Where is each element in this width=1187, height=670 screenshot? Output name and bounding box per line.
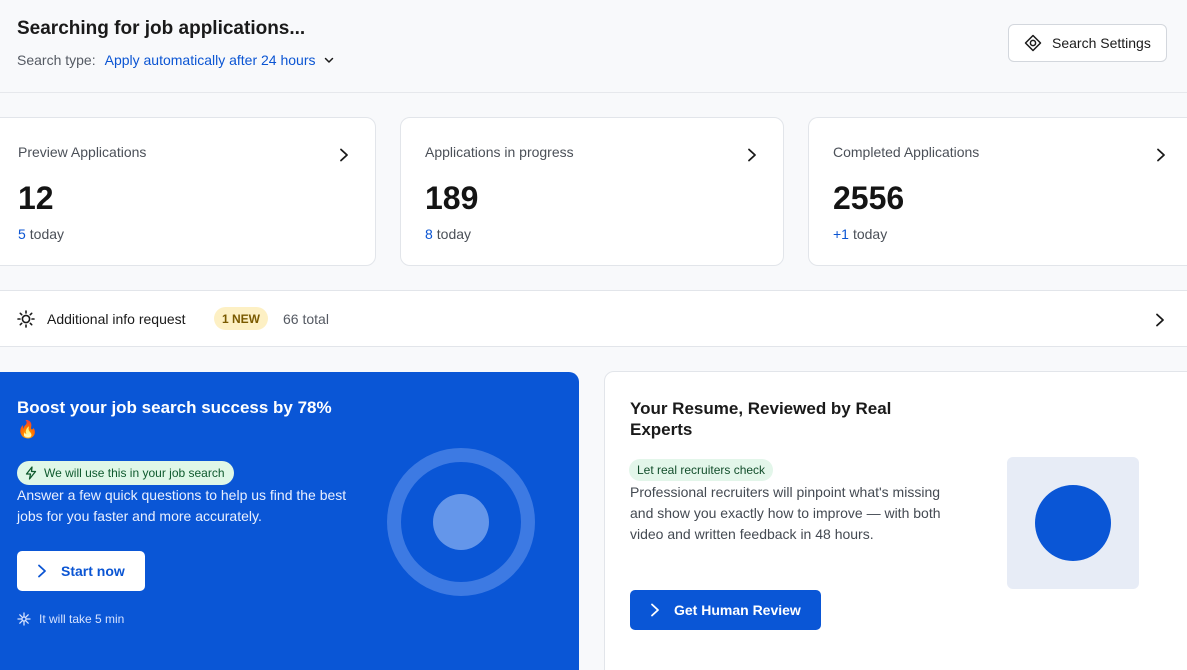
stat-today-label: today bbox=[29, 226, 65, 242]
boost-time-label: It will take 5 min bbox=[39, 612, 125, 626]
stat-label: Completed Applications bbox=[833, 144, 980, 160]
boost-title: Boost your job search success by 78% 🔥 bbox=[17, 398, 332, 439]
stat-card-preview[interactable]: Preview Applications 12 5 today bbox=[0, 117, 376, 266]
stat-today-label: today bbox=[852, 226, 888, 242]
illustration-dot bbox=[1035, 485, 1111, 561]
chevron-right-icon bbox=[650, 603, 660, 617]
boost-time-note: It will take 5 min bbox=[17, 612, 124, 626]
stat-label: Preview Applications bbox=[18, 144, 147, 160]
sun-icon bbox=[17, 310, 35, 328]
stat-card-in-progress[interactable]: Applications in progress 189 8 today bbox=[400, 117, 784, 266]
lightning-icon bbox=[24, 466, 38, 480]
stat-today-label: today bbox=[436, 226, 472, 242]
stat-today-count: 8 bbox=[425, 226, 433, 242]
stat-value: 2556 bbox=[833, 180, 905, 216]
search-type-value: Apply automatically after 24 hours bbox=[104, 52, 316, 68]
get-human-review-label: Get Human Review bbox=[674, 602, 801, 618]
chevron-right-icon bbox=[748, 148, 756, 162]
info-request-total: 66 total bbox=[283, 311, 329, 327]
additional-info-request-row[interactable]: Additional info request 1 NEW 66 total bbox=[0, 290, 1187, 347]
start-now-label: Start now bbox=[61, 563, 125, 579]
page-title: Searching for job applications... bbox=[17, 18, 306, 39]
resume-chip: Let real recruiters check bbox=[629, 459, 774, 481]
stat-card-completed[interactable]: Completed Applications 2556 +1 today bbox=[808, 117, 1187, 266]
stat-today: 5 today bbox=[18, 226, 64, 242]
search-settings-button[interactable]: Search Settings bbox=[1008, 24, 1167, 62]
chevron-right-icon bbox=[1156, 313, 1164, 327]
boost-chip: We will use this in your job search bbox=[17, 461, 234, 485]
resume-illustration bbox=[1007, 457, 1139, 589]
boost-success-card: Boost your job search success by 78% 🔥 W… bbox=[0, 372, 579, 670]
new-badge: 1 NEW bbox=[214, 307, 269, 330]
get-human-review-button[interactable]: Get Human Review bbox=[630, 590, 821, 630]
chevron-right-icon bbox=[37, 564, 47, 578]
sparkle-icon bbox=[17, 612, 31, 626]
stat-today-count: 5 bbox=[18, 226, 26, 242]
resume-description: Professional recruiters will pinpoint wh… bbox=[630, 484, 941, 542]
search-type-dropdown[interactable]: Apply automatically after 24 hours bbox=[105, 52, 334, 68]
boost-chip-label: We will use this in your job search bbox=[44, 466, 225, 480]
chevron-right-icon bbox=[1157, 148, 1165, 162]
search-settings-label: Search Settings bbox=[1052, 35, 1151, 51]
stat-label: Applications in progress bbox=[425, 144, 574, 160]
resume-title: Your Resume, Reviewed by Real Experts bbox=[630, 399, 892, 439]
stat-today: 8 today bbox=[425, 226, 471, 242]
start-now-button[interactable]: Start now bbox=[17, 551, 145, 591]
search-type-row: Search type: Apply automatically after 2… bbox=[17, 52, 334, 68]
resume-review-card: Your Resume, Reviewed by Real Experts Le… bbox=[604, 371, 1187, 670]
boost-description: Answer a few quick questions to help us … bbox=[17, 487, 347, 524]
chevron-right-icon bbox=[340, 148, 348, 162]
stat-today-count: +1 bbox=[833, 226, 849, 242]
stat-value: 189 bbox=[425, 180, 479, 216]
target-illustration bbox=[387, 448, 535, 596]
stat-today: +1 today bbox=[833, 226, 887, 242]
page-header: Searching for job applications... Search… bbox=[0, 0, 1187, 93]
search-type-label: Search type: bbox=[17, 52, 96, 68]
chevron-down-icon bbox=[324, 57, 333, 63]
stat-value: 12 bbox=[18, 180, 54, 216]
settings-diamond-icon bbox=[1024, 34, 1042, 52]
info-request-title: Additional info request bbox=[47, 311, 186, 327]
